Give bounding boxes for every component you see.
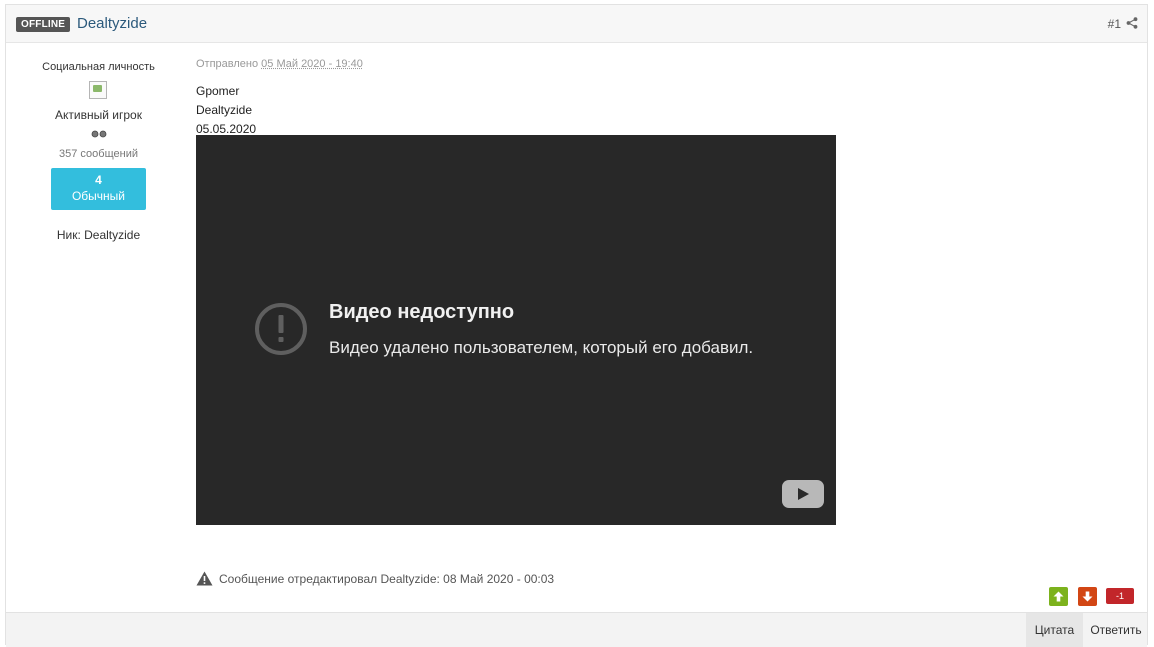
quote-button[interactable]: Цитата: [1026, 613, 1083, 647]
vote-up-button[interactable]: [1049, 587, 1068, 606]
body-line: Dealtyzide: [196, 103, 253, 117]
author-name-link[interactable]: Dealtyzide: [77, 15, 147, 32]
post-date-value: 05 Май 2020 - 19:40: [261, 58, 363, 70]
post-footer: Цитата Ответить: [6, 612, 1147, 647]
reply-button[interactable]: Ответить: [1083, 613, 1149, 647]
edit-note: Сообщение отредактировал Dealtyzide: 08 …: [196, 571, 554, 586]
reputation-box: 4 Обычный: [51, 168, 146, 210]
reputation-count: -1: [1106, 588, 1134, 604]
rank-pips-icon: [91, 130, 107, 138]
share-icon[interactable]: [1126, 17, 1138, 29]
body-line: Gpomer: [196, 84, 240, 98]
youtube-play-icon[interactable]: [782, 480, 824, 508]
video-unavailable-title: Видео недоступно: [329, 301, 515, 323]
posts-count: 357 сообщений: [59, 148, 138, 160]
arrow-down-icon: [1082, 591, 1093, 602]
status-badge: OFFLINE: [16, 17, 71, 32]
post-header: OFFLINE Dealtyzide #1: [6, 5, 1147, 43]
video-embed[interactable]: Видео недоступно Видео удалено пользоват…: [196, 135, 836, 525]
forum-post: OFFLINE Dealtyzide #1 Социальная личност…: [5, 4, 1148, 647]
nick-line: Ник: Dealtyzide: [56, 228, 141, 242]
video-unavailable-message: Видео удалено пользователем, который его…: [329, 338, 754, 357]
warning-triangle-icon: [196, 571, 213, 586]
post-date: Отправлено 05 Май 2020 - 19:40: [196, 58, 363, 70]
post-date-prefix: Отправлено: [196, 58, 259, 70]
reputation-value: 4: [95, 173, 102, 187]
arrow-up-icon: [1053, 591, 1064, 602]
post-number-link[interactable]: #1: [1108, 17, 1121, 31]
avatar[interactable]: [89, 81, 107, 99]
body-line: 05.05.2020: [196, 122, 257, 136]
user-group: Активный игрок: [55, 108, 142, 122]
edit-note-text: Сообщение отредактировал Dealtyzide: 08 …: [219, 572, 555, 586]
reputation-label: Обычный: [71, 189, 126, 203]
exclamation-circle-icon: [255, 303, 307, 355]
user-title: Социальная личность: [42, 61, 155, 73]
vote-down-button[interactable]: [1078, 587, 1097, 606]
